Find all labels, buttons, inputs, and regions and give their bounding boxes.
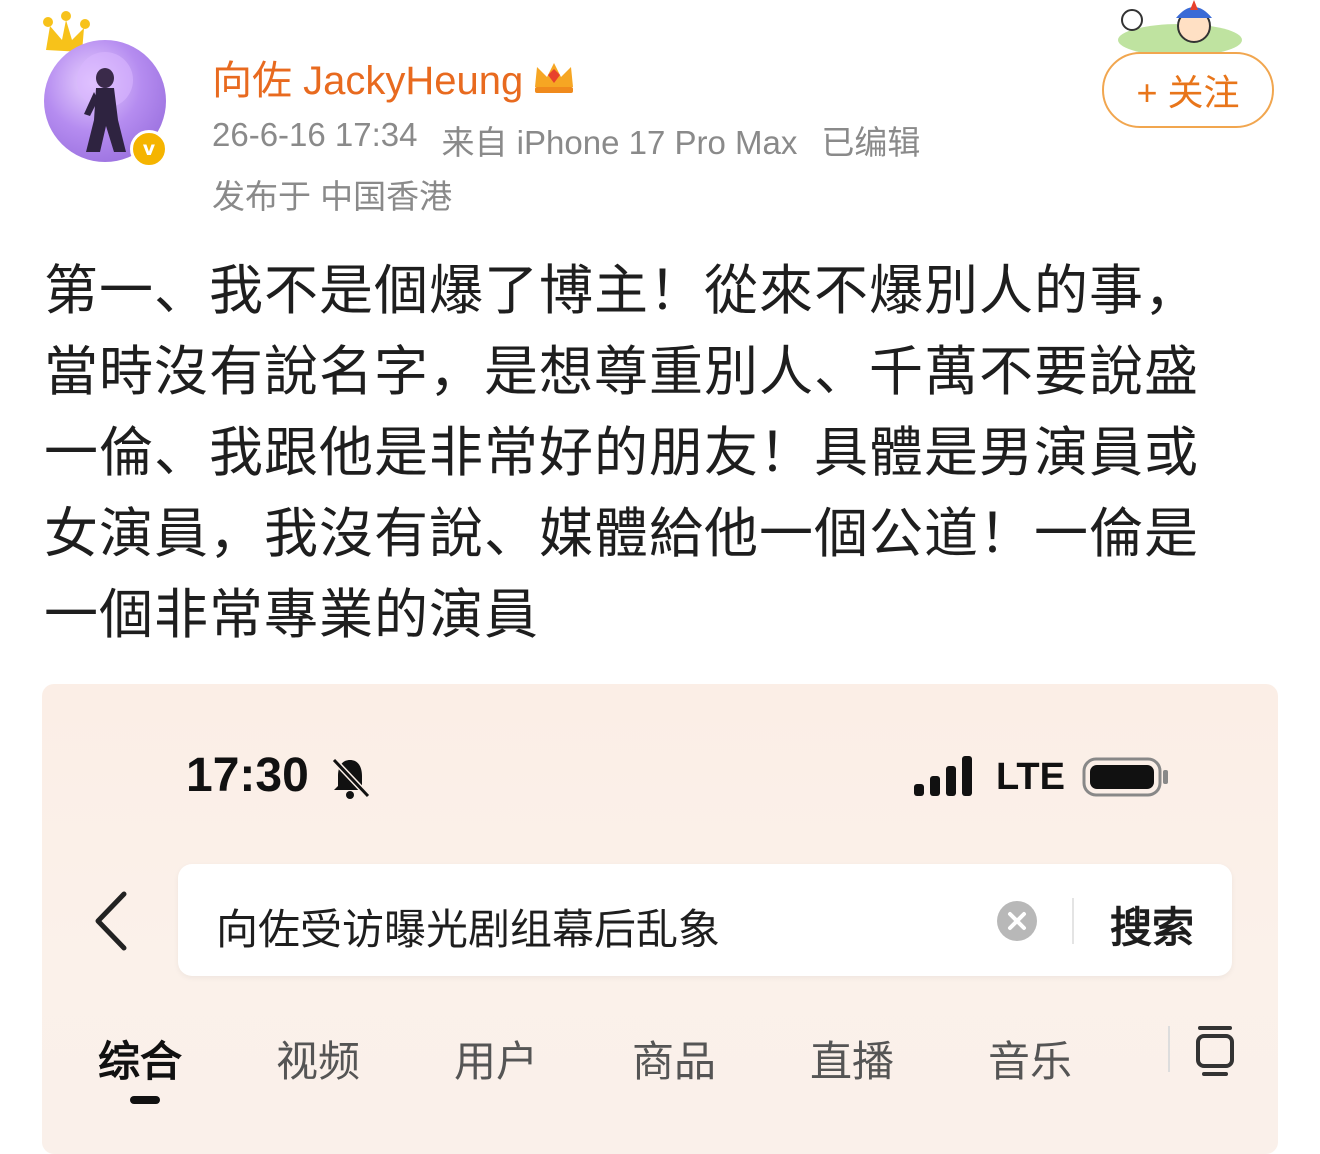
post-source: 来自 iPhone 17 Pro Max [441,124,798,161]
tab-products[interactable]: 商品 [632,1028,716,1089]
tab-comprehensive[interactable]: 综合 [98,1028,182,1089]
author-avatar-group[interactable]: v [38,10,178,170]
post-timestamp: 26-6-16 17:34 [212,116,418,153]
verified-badge: v [130,130,168,168]
post-location: 发布于 中国香港 [212,178,453,215]
search-query[interactable]: 向佐受访曝光剧组幕后乱象 [216,896,720,957]
battery-icon [1082,757,1168,797]
post-content: 第一、我不是個爆了博主！從來不爆別人的事， 當時沒有說名字，是想尊重別人、千萬不… [44,250,1280,655]
author-name[interactable]: 向佐 JackyHeung [212,48,523,106]
tab-divider [1168,1026,1170,1072]
search-button[interactable]: 搜索 [1110,894,1194,955]
sticker-decoration-icon [1118,0,1242,56]
search-divider [1072,898,1074,944]
post-content-line: 一個非常專業的演員 [44,583,539,646]
search-input[interactable]: 向佐受访曝光剧组幕后乱象 搜索 [178,864,1232,976]
post-meta: 26-6-16 17:34 来自 iPhone 17 Pro Max 已编辑 [212,116,920,164]
tab-music[interactable]: 音乐 [988,1028,1072,1089]
post-content-line: 一倫、我跟他是非常好的朋友！具體是男演員或 [44,421,1199,484]
tab-video[interactable]: 视频 [276,1028,360,1089]
post-content-line: 當時沒有說名字，是想尊重別人、千萬不要說盛 [44,340,1199,403]
post-content-line: 第一、我不是個爆了博主！從來不爆別人的事， [44,259,1199,322]
clear-icon[interactable] [996,900,1038,942]
tab-live[interactable]: 直播 [810,1028,894,1089]
bell-muted-icon [331,757,370,799]
tab-menu-icon[interactable] [1194,1024,1236,1078]
post-image[interactable]: 17:30 LTE 向佐受访曝光剧组幕后乱象 搜索 综合 视频 用户 商品 直播 [42,684,1278,1154]
status-bar-time: 17:30 [186,749,309,802]
tab-users[interactable]: 用户 [454,1028,538,1089]
network-type: LTE [996,756,1065,798]
vip-crown-icon[interactable] [531,57,577,97]
post-content-line: 女演員，我沒有說、媒體給他一個公道！一倫是 [44,502,1199,565]
back-icon[interactable] [90,890,130,952]
signal-icon [914,756,972,796]
post-edited-label[interactable]: 已编辑 [821,116,920,164]
author-name-row: 向佐 JackyHeung [212,48,577,106]
follow-button[interactable]: + 关注 [1102,52,1274,128]
active-tab-indicator [130,1096,160,1104]
